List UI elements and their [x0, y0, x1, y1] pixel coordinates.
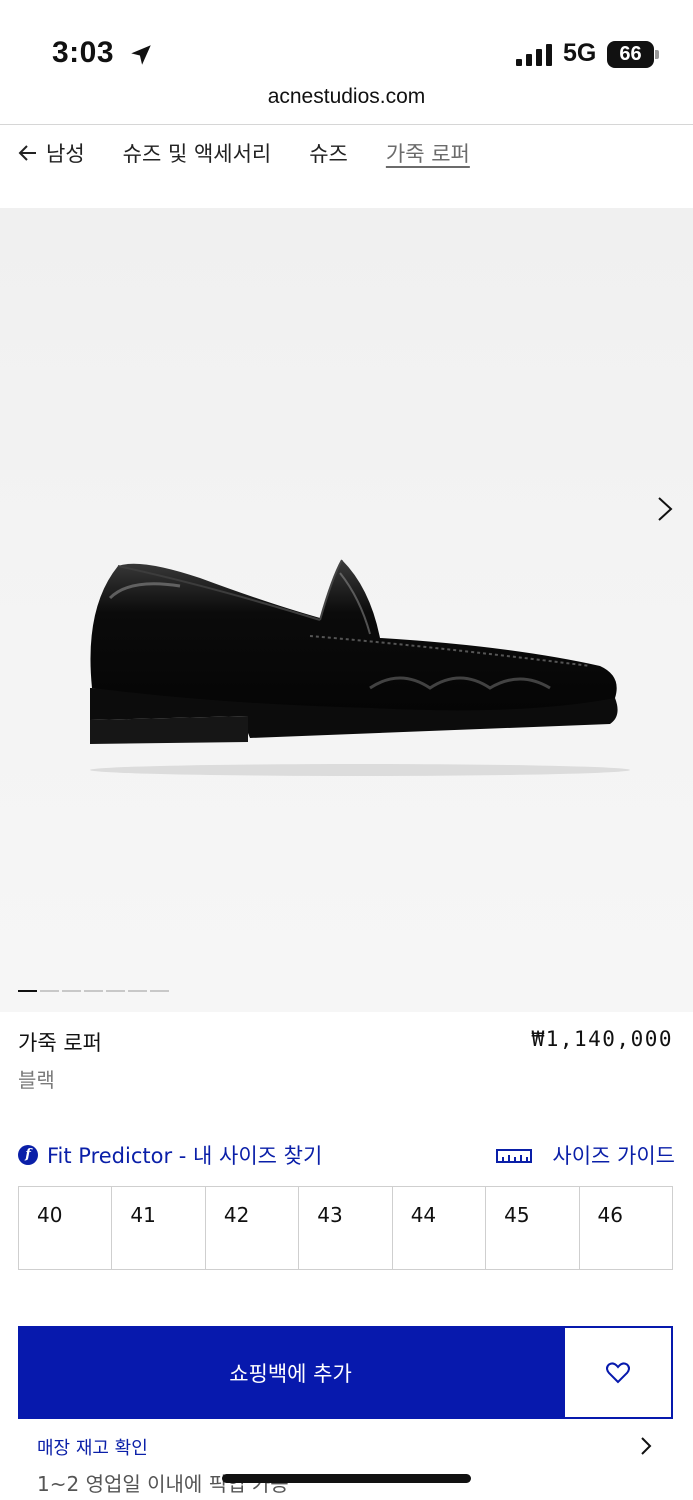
fit-predictor-link[interactable]: f Fit Predictor - 내 사이즈 찾기: [18, 1140, 322, 1170]
url-text: acnestudios.com: [267, 85, 426, 108]
size-option[interactable]: 42: [206, 1187, 300, 1269]
breadcrumb-label: 남성: [46, 142, 85, 166]
battery-cap: [655, 50, 659, 59]
size-option[interactable]: 45: [486, 1187, 580, 1269]
pager-dot[interactable]: [62, 990, 81, 992]
signal-bars-icon: [516, 44, 552, 66]
pager-dot[interactable]: [150, 990, 169, 992]
store-stock-check[interactable]: 매장 재고 확인 1~2 영업일 이내에 픽업 가능: [18, 1428, 673, 1500]
breadcrumb-item-shoes[interactable]: 슈즈: [309, 138, 348, 168]
pager-dot[interactable]: [40, 990, 59, 992]
size-guide-label: 사이즈 가이드: [552, 1144, 675, 1168]
battery-icon: 66: [607, 41, 659, 68]
size-option[interactable]: 40: [19, 1187, 113, 1269]
location-arrow-icon: [131, 45, 151, 65]
product-name: 가죽 로퍼: [18, 1031, 102, 1055]
battery-level: 66: [607, 41, 654, 68]
heart-icon: [606, 1361, 630, 1383]
pager-dot[interactable]: [128, 990, 147, 992]
cta-row: 쇼핑백에 추가: [18, 1326, 673, 1419]
fit-predictor-label: Fit Predictor - 내 사이즈 찾기: [47, 1144, 323, 1168]
size-guide-link[interactable]: 사이즈 가이드: [496, 1140, 675, 1170]
product-color: 블랙: [18, 1068, 55, 1092]
stock-title: 매장 재고 확인: [37, 1438, 148, 1459]
product-price: ₩1,140,000: [531, 1027, 673, 1051]
wishlist-button[interactable]: [563, 1326, 673, 1419]
status-time: 3:03: [52, 36, 115, 69]
size-option[interactable]: 46: [580, 1187, 672, 1269]
chevron-right-icon[interactable]: [654, 496, 676, 522]
size-selector: 40 41 42 43 44 45 46: [18, 1186, 673, 1270]
gallery-pager: [18, 990, 172, 992]
status-bar: 3:03 5G 66: [0, 0, 693, 80]
pager-dot[interactable]: [84, 990, 103, 992]
size-option[interactable]: 41: [112, 1187, 206, 1269]
breadcrumb-item-men[interactable]: 남성: [18, 138, 85, 168]
product-image-gallery[interactable]: [0, 208, 693, 1012]
network-label: 5G: [563, 39, 597, 67]
breadcrumb: 남성 슈즈 및 액세서리 슈즈 가죽 로퍼: [18, 136, 470, 170]
address-bar-divider: [0, 124, 693, 125]
chevron-right-icon: [641, 1437, 652, 1455]
breadcrumb-item-leather-loafer[interactable]: 가죽 로퍼: [386, 138, 470, 168]
pager-dot[interactable]: [18, 990, 37, 992]
pager-dot[interactable]: [106, 990, 125, 992]
address-bar[interactable]: acnestudios.com: [0, 80, 693, 124]
home-indicator: [222, 1474, 471, 1483]
ruler-icon: [496, 1149, 533, 1163]
size-option[interactable]: 43: [299, 1187, 393, 1269]
fit-predictor-icon: f: [18, 1145, 38, 1165]
size-option[interactable]: 44: [393, 1187, 487, 1269]
fit-row: f Fit Predictor - 내 사이즈 찾기 사이즈 가이드: [18, 1140, 675, 1170]
product-image-loafer: [90, 559, 630, 776]
arrow-left-icon: [18, 145, 36, 161]
breadcrumb-item-shoes-accessories[interactable]: 슈즈 및 액세서리: [123, 138, 272, 168]
add-to-bag-button[interactable]: 쇼핑백에 추가: [18, 1326, 563, 1419]
